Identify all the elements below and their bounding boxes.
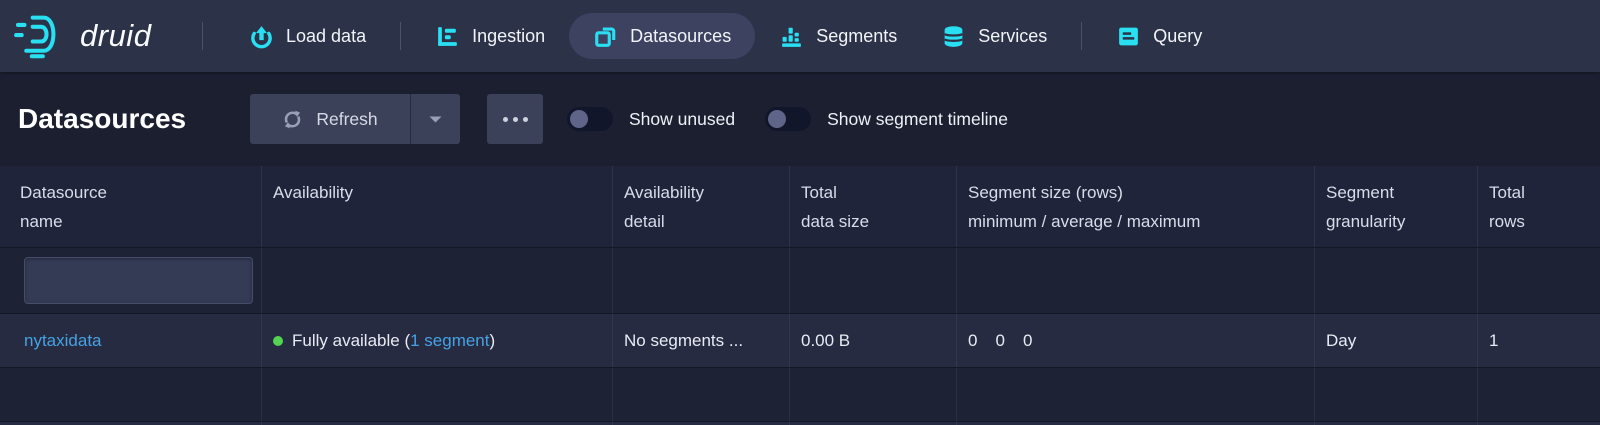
nav-divider [1081, 22, 1082, 50]
nav-divider [202, 22, 203, 50]
cell-availability-detail: No segments ... [613, 314, 790, 367]
nav-item-query[interactable]: Query [1096, 13, 1222, 59]
datasource-link[interactable]: nytaxidata [24, 331, 102, 351]
segment-rows-avg: 0 [995, 331, 1004, 351]
header-line: Availability [273, 178, 601, 207]
header-line: minimum / average / maximum [968, 207, 1303, 236]
toggle-knob [570, 110, 588, 128]
col-header-datasource-name[interactable]: Datasource name [0, 166, 262, 247]
nav-label: Segments [816, 26, 897, 47]
cell-datasource-name: nytaxidata [0, 314, 262, 367]
header-line: detail [624, 207, 778, 236]
refresh-icon [282, 109, 303, 130]
cell-total-rows: 1 [1478, 314, 1600, 367]
druid-logo-icon [14, 13, 68, 59]
filter-cell [1315, 248, 1478, 313]
top-navbar: druid Load data Ingestion [0, 0, 1600, 72]
page-title: Datasources [18, 103, 250, 135]
more-options-button[interactable] [487, 94, 543, 144]
header-line: name [20, 207, 250, 236]
cell-availability: Fully available ( 1 segment ) [262, 314, 613, 367]
header-line: Total [801, 178, 945, 207]
availability-text: Fully available ( [292, 331, 410, 351]
show-segment-timeline-label: Show segment timeline [827, 109, 1008, 130]
refresh-dropdown-button[interactable] [410, 94, 460, 144]
header-line: Segment [1326, 178, 1466, 207]
header-line: rows [1489, 207, 1589, 236]
nav-label: Datasources [630, 26, 731, 47]
filter-cell [0, 248, 262, 313]
filter-cell [790, 248, 957, 313]
datasources-table: Datasource name Availability Availabilit… [0, 166, 1600, 425]
col-header-total-rows[interactable]: Total rows [1478, 166, 1600, 247]
header-line: Segment size (rows) [968, 178, 1303, 207]
segment-count-link[interactable]: 1 segment [410, 331, 489, 351]
nav-item-segments[interactable]: Segments [759, 13, 917, 59]
empty-row [0, 368, 1600, 422]
view-control-bar: Datasources Refresh Show unused [0, 72, 1600, 166]
show-segment-timeline-toggle[interactable] [765, 107, 811, 131]
col-header-segment-granularity[interactable]: Segment granularity [1315, 166, 1478, 247]
header-line: Datasource [20, 178, 250, 207]
database-icon [941, 24, 966, 49]
table-row: nytaxidata Fully available ( 1 segment )… [0, 314, 1600, 368]
toggle-knob [768, 110, 786, 128]
nav-label: Ingestion [472, 26, 545, 47]
table-header-row: Datasource name Availability Availabilit… [0, 166, 1600, 248]
nav-label: Services [978, 26, 1047, 47]
cell-segment-size-rows: 0 0 0 [957, 314, 1315, 367]
stacked-squares-icon [593, 24, 618, 49]
more-options-icon [503, 117, 508, 122]
upload-arrow-icon [249, 24, 274, 49]
query-editor-icon [1116, 24, 1141, 49]
nav-item-load-data[interactable]: Load data [229, 13, 386, 59]
col-header-availability[interactable]: Availability [262, 166, 613, 247]
filter-cell [1478, 248, 1600, 313]
col-header-total-data-size[interactable]: Total data size [790, 166, 957, 247]
logo-wordmark: druid [80, 18, 151, 54]
availability-text: ) [490, 331, 496, 351]
show-unused-toggle[interactable] [567, 107, 613, 131]
col-header-segment-size-rows[interactable]: Segment size (rows) minimum / average / … [957, 166, 1315, 247]
cell-total-data-size: 0.00 B [790, 314, 957, 367]
bar-chart-icon [779, 24, 804, 49]
nav-divider [400, 22, 401, 50]
nav-item-services[interactable]: Services [921, 13, 1067, 59]
ingestion-chart-icon [435, 24, 460, 49]
nav-label: Load data [286, 26, 366, 47]
filter-cell [613, 248, 790, 313]
refresh-button[interactable]: Refresh [250, 94, 410, 144]
refresh-label: Refresh [316, 109, 377, 130]
header-line: data size [801, 207, 945, 236]
show-unused-label: Show unused [629, 109, 735, 130]
more-options-icon [523, 117, 528, 122]
filter-cell [262, 248, 613, 313]
header-line: Availability [624, 178, 778, 207]
datasource-name-filter-input[interactable] [24, 257, 253, 304]
nav-item-datasources[interactable]: Datasources [569, 13, 755, 59]
druid-logo[interactable]: druid [14, 13, 190, 59]
header-line: granularity [1326, 207, 1466, 236]
more-options-icon [513, 117, 518, 122]
header-line: Total [1489, 178, 1589, 207]
cell-segment-granularity: Day [1315, 314, 1478, 367]
segment-rows-min: 0 [968, 331, 977, 351]
druid-console: druid Load data Ingestion [0, 0, 1600, 425]
filter-row [0, 248, 1600, 314]
caret-down-icon [428, 115, 443, 124]
nav-item-ingestion[interactable]: Ingestion [415, 13, 565, 59]
nav-label: Query [1153, 26, 1202, 47]
filter-cell [957, 248, 1315, 313]
col-header-availability-detail[interactable]: Availability detail [613, 166, 790, 247]
available-status-dot [273, 336, 283, 346]
segment-rows-max: 0 [1023, 331, 1032, 351]
